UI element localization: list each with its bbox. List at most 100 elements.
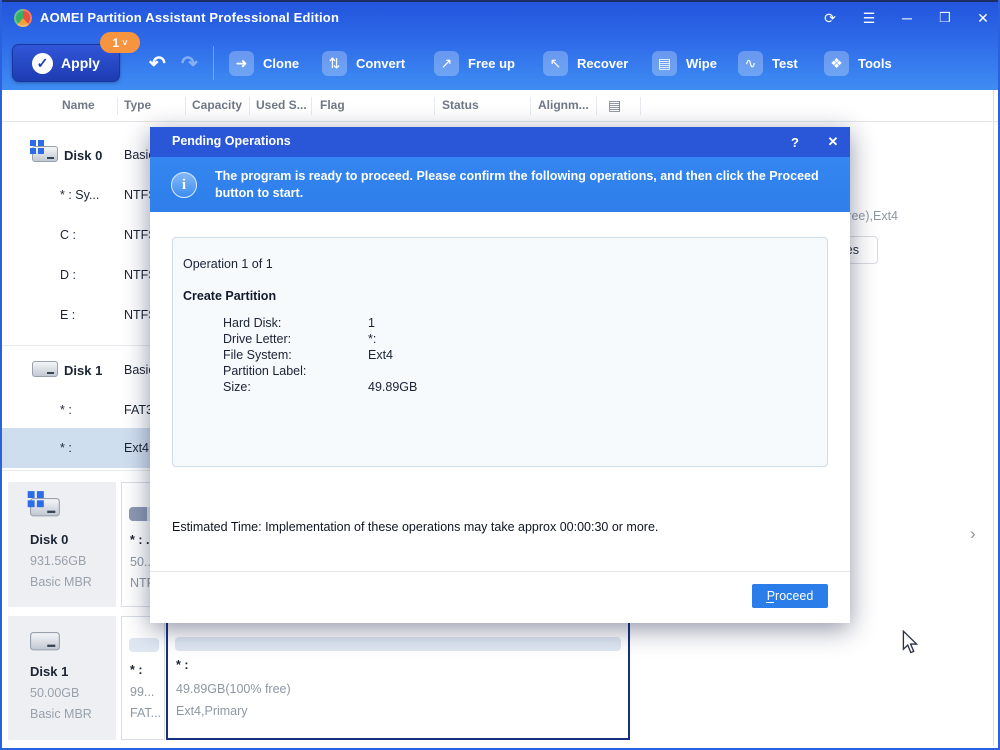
disk0-style: Basic MBR [30, 575, 92, 589]
row-name: Disk 1 [64, 363, 102, 378]
mouse-cursor [900, 630, 920, 659]
row-name: D : [60, 268, 76, 282]
column-status[interactable]: Status [442, 98, 479, 112]
chevron-down-icon: ˅ [122, 38, 127, 48]
convert-label: Convert [356, 56, 405, 71]
free-up-label: Free up [468, 56, 515, 71]
row-name: E : [60, 308, 75, 322]
window-border [0, 0, 1000, 2]
row-type: Ext4 [124, 441, 149, 455]
pending-operations-dialog: Pending Operations ? ✕ i The program is … [150, 127, 850, 623]
disk1-partition-ext4-block-selected[interactable]: * : 49.89GB(100% free) Ext4,Primary [166, 616, 630, 740]
recover-icon: ↖ [543, 51, 568, 76]
app-logo-icon [14, 9, 32, 27]
partition-label: * : [176, 658, 189, 672]
capacity-bar [129, 638, 159, 652]
convert-button[interactable]: ⇅ Convert [322, 50, 405, 76]
operations-list: Operation 1 of 1 Create Partition Hard D… [172, 237, 828, 467]
disk1-capacity: 50.00GB [30, 686, 79, 700]
disk-system-icon [32, 146, 58, 162]
undo-icon[interactable]: ↶ [149, 51, 166, 76]
proceed-button[interactable]: Proceed [752, 584, 828, 608]
disk1-name: Disk 1 [30, 664, 68, 679]
clone-button[interactable]: ➜ Clone [229, 50, 299, 76]
column-name[interactable]: Name [62, 98, 95, 112]
column-settings-icon[interactable]: ▤ [608, 97, 621, 114]
partition-label: * : [130, 663, 143, 677]
partition-fs: Ext4,Primary [176, 704, 248, 718]
capacity-bar [175, 637, 621, 651]
disk-icon [32, 361, 58, 377]
pending-operations-badge[interactable]: 1 ˅ [100, 32, 140, 53]
disk0-capacity: 931.56GB [30, 554, 86, 568]
wipe-label: Wipe [686, 56, 717, 71]
disk-icon [30, 632, 60, 650]
expand-panel-chevron-icon[interactable]: › [970, 524, 976, 544]
disk1-style: Basic MBR [30, 707, 92, 721]
refresh-icon[interactable]: ⟳ [817, 6, 843, 30]
column-alignment[interactable]: Alignm... [538, 98, 589, 112]
field-file-system: File System:Ext4 [223, 348, 783, 364]
row-name: * : Sy... [60, 188, 99, 202]
row-name: C : [60, 228, 76, 242]
row-name: * : [60, 403, 72, 417]
right-panel-divider [993, 90, 994, 746]
dialog-title: Pending Operations [172, 134, 291, 148]
dialog-footer-divider [150, 571, 850, 572]
convert-icon: ⇅ [322, 51, 347, 76]
disk1-partition-fat32-block[interactable]: * : 99... FAT... [121, 616, 165, 740]
column-type[interactable]: Type [124, 98, 151, 112]
disk-system-icon [30, 498, 60, 516]
free-up-icon: ↗ [434, 51, 459, 76]
help-icon[interactable]: ? [785, 133, 805, 151]
field-size: Size:49.89GB [223, 380, 783, 396]
badge-count: 1 [113, 36, 120, 50]
close-icon[interactable]: ✕ [970, 6, 996, 30]
column-used-space[interactable]: Used S... [256, 98, 307, 112]
dialog-titlebar[interactable]: Pending Operations ? ✕ [150, 127, 850, 157]
toolbar-divider [213, 46, 214, 80]
free-up-button[interactable]: ↗ Free up [434, 50, 515, 76]
disk1-card[interactable]: Disk 1 50.00GB Basic MBR [8, 616, 116, 740]
dialog-info-banner: i The program is ready to proceed. Pleas… [150, 157, 850, 212]
partition-size: 49.89GB(100% free) [176, 682, 291, 696]
test-button[interactable]: ∿ Test [738, 50, 798, 76]
redo-icon: ↷ [181, 51, 198, 76]
apply-check-icon: ✓ [32, 53, 53, 74]
window-title: AOMEI Partition Assistant Professional E… [40, 10, 339, 25]
wipe-button[interactable]: ▤ Wipe [652, 50, 717, 76]
dialog-close-icon[interactable]: ✕ [823, 133, 843, 151]
app-window: AOMEI Partition Assistant Professional E… [0, 0, 1000, 750]
row-name: * : [60, 441, 72, 455]
column-flag[interactable]: Flag [320, 98, 345, 112]
test-label: Test [772, 56, 798, 71]
recover-button[interactable]: ↖ Recover [543, 50, 628, 76]
tools-icon: ❖ [824, 51, 849, 76]
maximize-icon[interactable]: ❒ [932, 6, 958, 30]
disk0-card[interactable]: Disk 0 931.56GB Basic MBR [8, 482, 116, 607]
header-bar: AOMEI Partition Assistant Professional E… [0, 0, 1000, 90]
disk0-name: Disk 0 [30, 532, 68, 547]
info-icon: i [171, 172, 197, 198]
dialog-info-text: The program is ready to proceed. Please … [215, 168, 833, 202]
table-header: Name Type Capacity Used S... Flag Status… [0, 90, 1000, 122]
operation-name: Create Partition [183, 289, 276, 303]
partition-fs: FAT... [130, 706, 161, 720]
column-capacity[interactable]: Capacity [192, 98, 242, 112]
operation-index: Operation 1 of 1 [183, 257, 273, 271]
field-drive-letter: Drive Letter:*: [223, 332, 783, 348]
field-hard-disk: Hard Disk:1 [223, 316, 783, 332]
estimated-time-text: Estimated Time: Implementation of these … [172, 520, 658, 534]
window-border [0, 0, 2, 750]
apply-button-label: Apply [61, 55, 100, 71]
clone-icon: ➜ [229, 51, 254, 76]
tools-label: Tools [858, 56, 892, 71]
menu-icon[interactable]: ☰ [856, 6, 882, 30]
minimize-icon[interactable]: ─ [894, 6, 920, 30]
tools-button[interactable]: ❖ Tools [824, 50, 892, 76]
clone-label: Clone [263, 56, 299, 71]
row-name: Disk 0 [64, 148, 102, 163]
wipe-icon: ▤ [652, 51, 677, 76]
recover-label: Recover [577, 56, 628, 71]
test-icon: ∿ [738, 51, 763, 76]
